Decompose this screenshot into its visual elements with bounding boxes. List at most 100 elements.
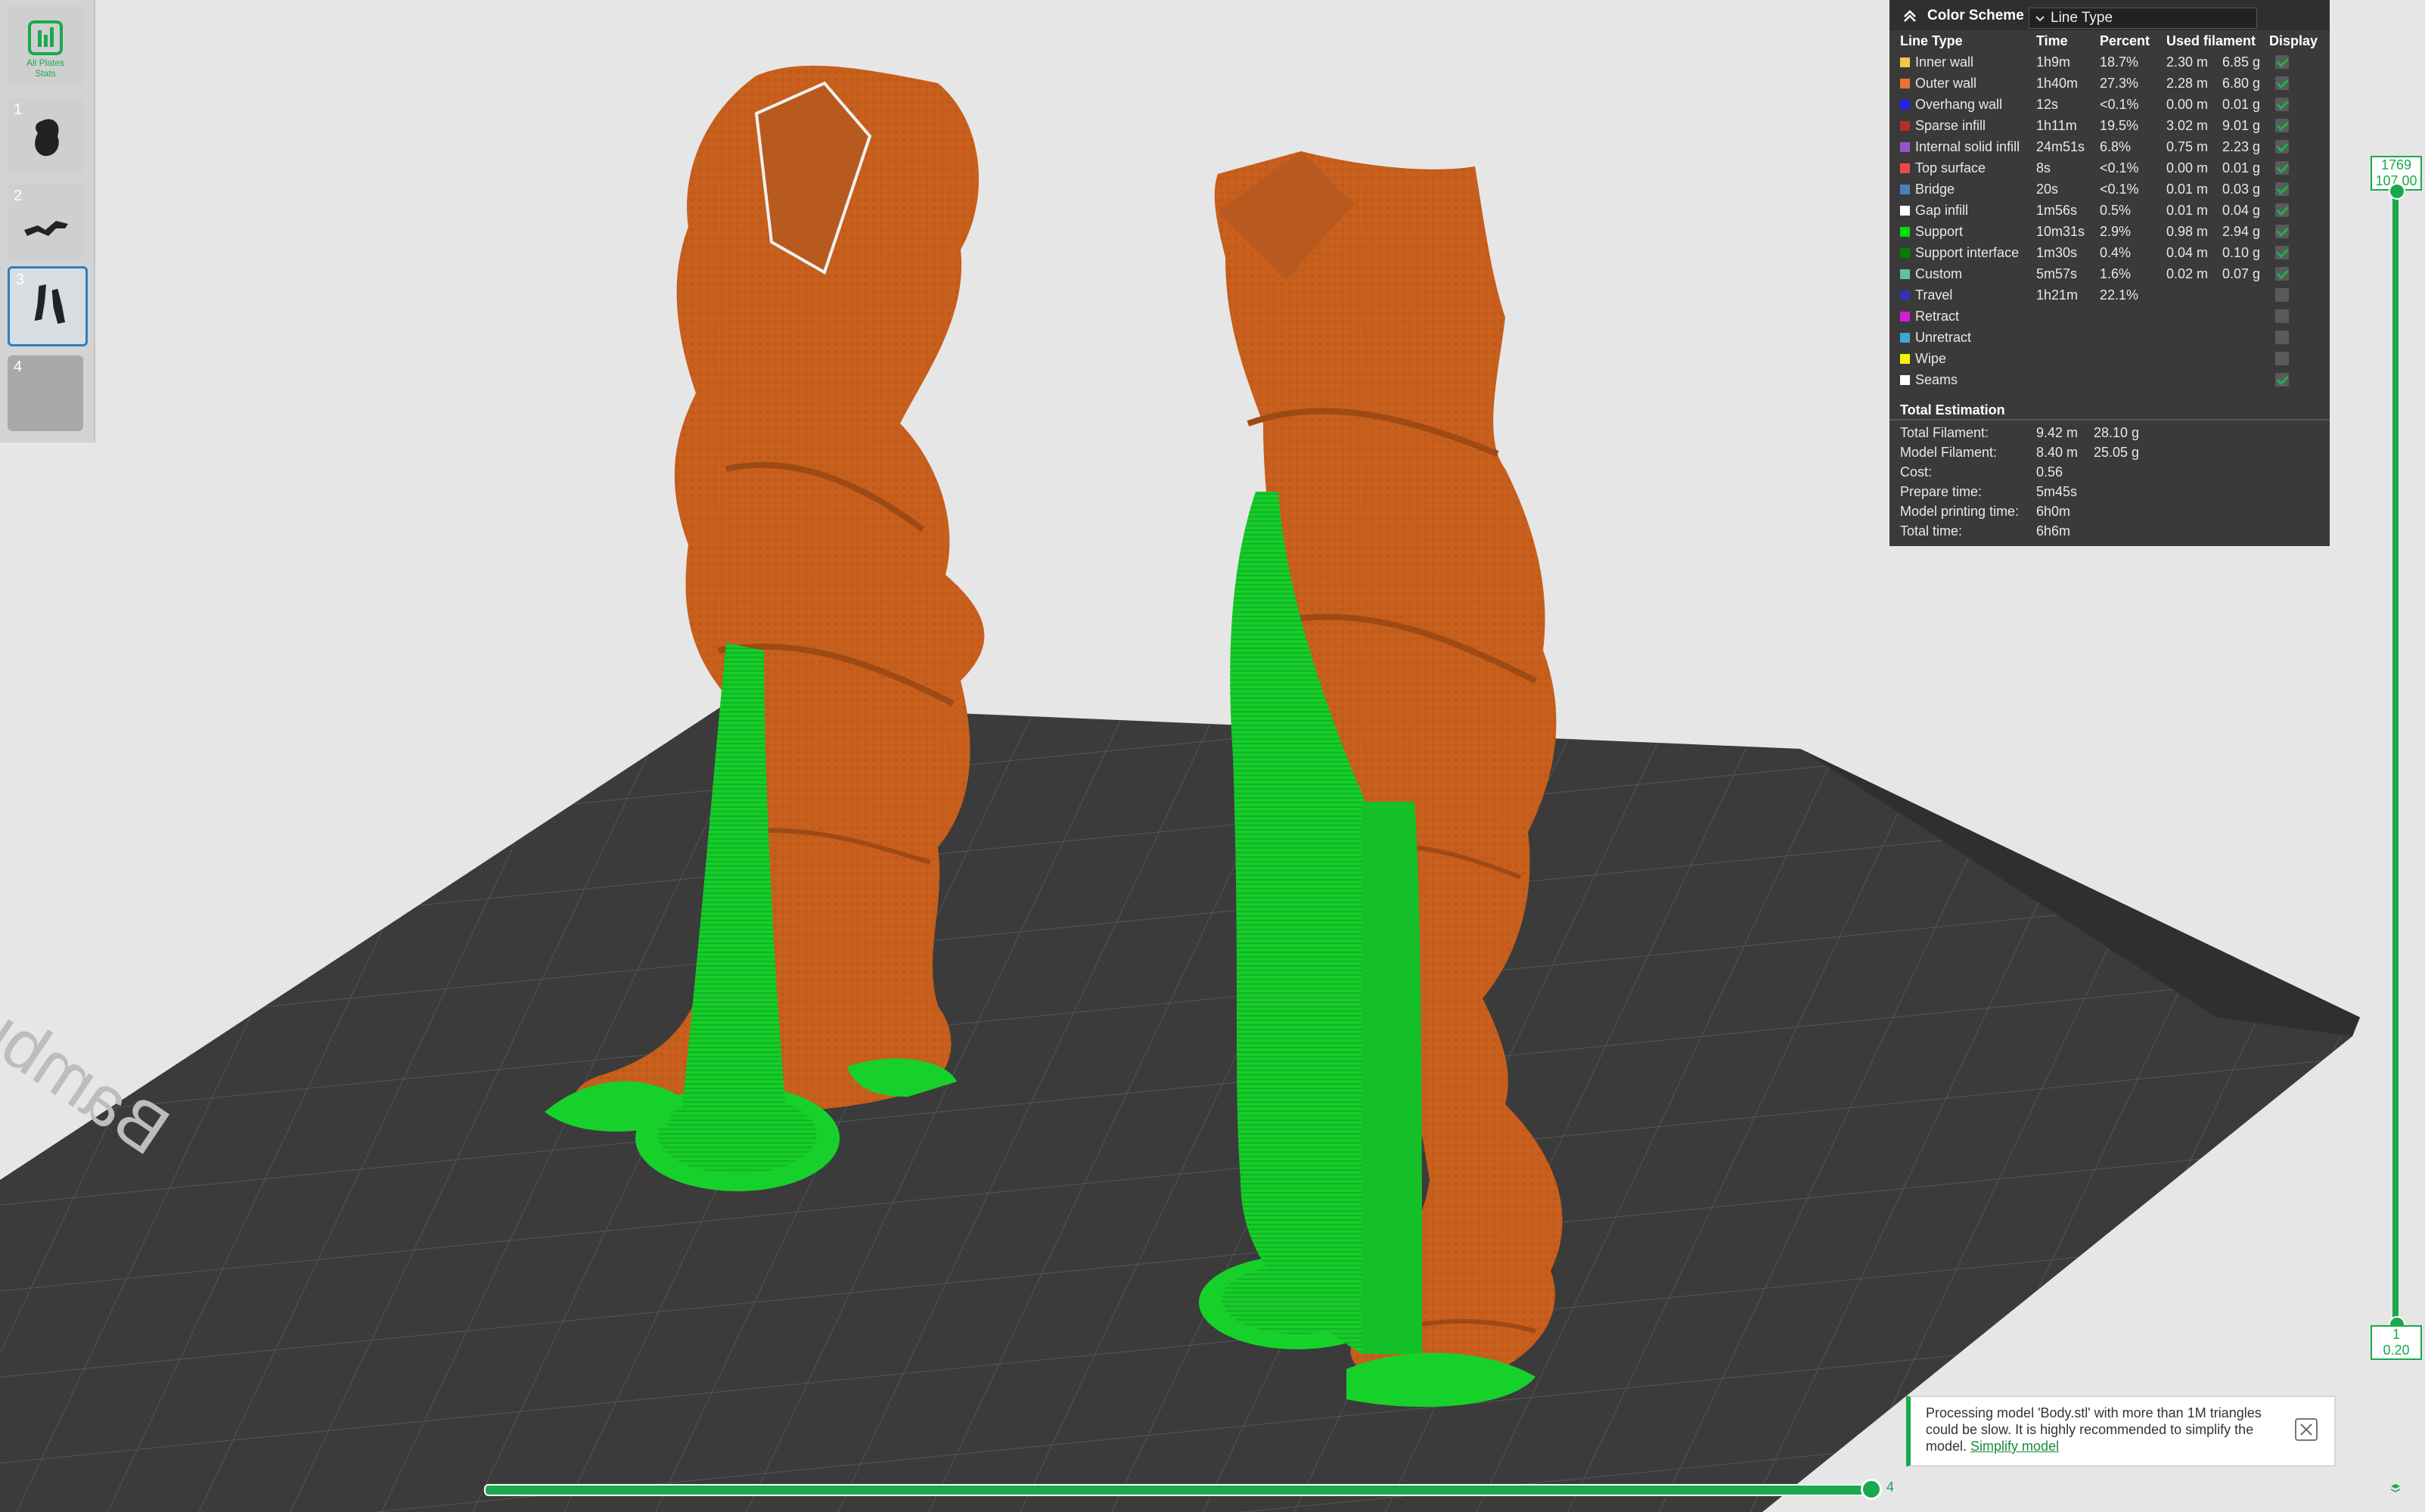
estimation-value: 6h0m — [2036, 504, 2071, 519]
legend-row: Seams — [1889, 369, 2330, 390]
notification-toast: Processing model 'Body.stl' with more th… — [1906, 1396, 2336, 1467]
display-checkbox[interactable] — [2275, 288, 2289, 302]
plate-number: 2 — [14, 188, 23, 204]
display-checkbox[interactable] — [2275, 373, 2289, 387]
display-checkbox[interactable] — [2275, 352, 2289, 365]
estimation-value-2: 25.05 g — [2094, 445, 2140, 460]
line-type-name: Travel — [1915, 287, 1953, 303]
estimation-label: Model Filament: — [1900, 445, 1998, 460]
line-type-length: 0.04 m — [2166, 245, 2209, 260]
plate-number: 1 — [14, 101, 23, 118]
estimation-value-2: 28.10 g — [2094, 425, 2140, 440]
simplify-model-link[interactable]: Simplify model — [1970, 1439, 2059, 1454]
display-checkbox[interactable] — [2275, 182, 2289, 196]
legend-header[interactable]: Color Scheme Line Type — [1889, 0, 2330, 30]
stats-label-line1: All Plates — [26, 57, 65, 68]
line-type-swatch — [1900, 312, 1910, 321]
column-percent: Percent — [2100, 33, 2150, 48]
bottom-layer-height: 0.20 — [2383, 1343, 2410, 1358]
line-type-swatch — [1900, 121, 1910, 131]
move-slider-handle[interactable] — [1861, 1479, 1882, 1500]
line-type-weight: 6.85 g — [2222, 54, 2261, 70]
line-type-weight: 2.23 g — [2222, 139, 2261, 154]
notification-text: Processing model 'Body.stl' with more th… — [1926, 1405, 2274, 1455]
line-type-percent: 22.1% — [2100, 287, 2139, 303]
top-layer-number: 1769 — [2380, 157, 2412, 172]
color-scheme-select[interactable]: Line Type — [2029, 8, 2257, 29]
collapse-chevron-icon[interactable] — [1902, 8, 1918, 24]
total-estimation-title: Total Estimation — [1900, 402, 2005, 418]
legend-row: Outer wall 1h40m 27.3% 2.28 m 6.80 g — [1889, 73, 2330, 94]
estimation-row: Model Filament: 8.40 m 25.05 g — [1889, 443, 2330, 463]
legend-row: Overhang wall 12s <0.1% 0.00 m 0.01 g — [1889, 94, 2330, 115]
line-type-weight: 0.07 g — [2222, 266, 2261, 281]
all-plates-stats-button[interactable]: All Plates Stats — [8, 6, 83, 86]
stats-label-line2: Stats — [35, 68, 56, 79]
line-type-name: Outer wall — [1915, 76, 1977, 91]
display-checkbox[interactable] — [2275, 76, 2289, 90]
display-checkbox[interactable] — [2275, 246, 2289, 259]
line-type-swatch — [1900, 142, 1910, 152]
line-type-time: 10m31s — [2036, 224, 2085, 239]
bed-label: Bambu Textured PEI Plate — [0, 650, 182, 1170]
display-checkbox[interactable] — [2275, 267, 2289, 281]
close-icon[interactable] — [2295, 1418, 2318, 1441]
estimation-row: Total Filament: 9.42 m 28.10 g — [1889, 424, 2330, 443]
line-type-percent: <0.1% — [2100, 182, 2139, 197]
display-checkbox[interactable] — [2275, 140, 2289, 154]
estimation-row: Total time: 6h6m — [1889, 522, 2330, 542]
line-type-swatch — [1900, 290, 1910, 300]
move-slider-track[interactable] — [484, 1484, 1876, 1496]
line-type-name: Overhang wall — [1915, 97, 2003, 112]
line-type-swatch — [1900, 333, 1910, 343]
line-type-length: 0.98 m — [2166, 224, 2209, 239]
line-type-percent: 27.3% — [2100, 76, 2139, 91]
line-type-name: Top surface — [1915, 160, 1986, 175]
move-slider-value: 4 — [1886, 1479, 1895, 1495]
display-checkbox[interactable] — [2275, 119, 2289, 132]
legend-row: Gap infill 1m56s 0.5% 0.01 m 0.04 g — [1889, 200, 2330, 221]
display-checkbox[interactable] — [2275, 55, 2289, 69]
display-checkbox[interactable] — [2275, 161, 2289, 175]
line-type-name: Unretract — [1915, 330, 1972, 345]
display-checkbox[interactable] — [2275, 225, 2289, 238]
display-checkbox[interactable] — [2275, 98, 2289, 111]
line-type-name: Seams — [1915, 372, 1958, 387]
legend-row: Inner wall 1h9m 18.7% 2.30 m 6.85 g — [1889, 51, 2330, 73]
display-checkbox[interactable] — [2275, 203, 2289, 217]
layer-slider-top-handle[interactable] — [2389, 183, 2405, 200]
plate-thumbnail-4[interactable]: 4 — [8, 355, 83, 431]
line-type-percent: 1.6% — [2100, 266, 2132, 281]
legend-row: Custom 5m57s 1.6% 0.02 m 0.07 g — [1889, 263, 2330, 284]
line-type-time: 12s — [2036, 97, 2059, 112]
line-type-name: Internal solid infill — [1915, 139, 2020, 154]
layers-icon[interactable] — [2390, 1483, 2401, 1493]
estimation-value: 6h6m — [2036, 523, 2071, 539]
plate-thumbnail-3[interactable]: 3 — [8, 266, 88, 346]
line-type-swatch — [1900, 269, 1910, 279]
line-type-weight: 0.10 g — [2222, 245, 2261, 260]
line-type-name: Gap infill — [1915, 203, 1969, 218]
legend-row: Support 10m31s 2.9% 0.98 m 2.94 g — [1889, 221, 2330, 242]
plate-thumbnail-1[interactable]: 1 — [8, 98, 83, 174]
estimation-value: 9.42 m — [2036, 425, 2079, 440]
layer-slider-track[interactable] — [2392, 189, 2399, 1324]
legend-row: Travel 1h21m 22.1% — [1889, 284, 2330, 306]
line-type-swatch — [1900, 375, 1910, 385]
line-type-swatch — [1900, 100, 1910, 110]
line-type-name: Sparse infill — [1915, 118, 1986, 133]
line-type-time: 1h9m — [2036, 54, 2071, 70]
display-checkbox[interactable] — [2275, 331, 2289, 344]
plate-sidebar: All Plates Stats 1 2 3 4 — [0, 0, 95, 442]
line-type-time: 1h21m — [2036, 287, 2079, 303]
estimation-row: Cost: 0.56 — [1889, 463, 2330, 483]
line-type-time: 8s — [2036, 160, 2051, 175]
estimation-row: Prepare time: 5m45s — [1889, 483, 2330, 502]
color-scheme-value: Line Type — [2051, 10, 2113, 26]
line-type-time: 1h40m — [2036, 76, 2079, 91]
plate-thumbnail-2[interactable]: 2 — [8, 185, 83, 260]
line-type-name: Wipe — [1915, 351, 1947, 366]
line-type-time: 1m56s — [2036, 203, 2078, 218]
estimation-row: Model printing time: 6h0m — [1889, 502, 2330, 522]
display-checkbox[interactable] — [2275, 309, 2289, 323]
